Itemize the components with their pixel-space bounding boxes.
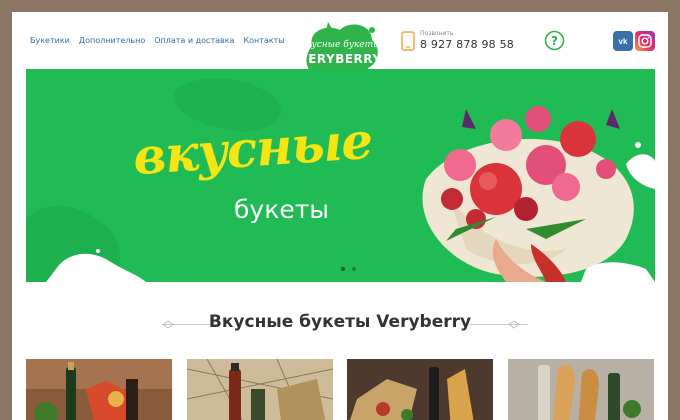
logo-brand: VERYBERRY — [298, 52, 381, 66]
section-title: Вкусные букеты Veryberry — [208, 312, 472, 332]
site-header: Букетики Дополнительно Оплата и доставка… — [12, 12, 668, 94]
nav-item-extras[interactable]: Дополнительно — [79, 36, 145, 45]
phone-label: Позвонить — [420, 30, 454, 37]
product-tile-4[interactable] — [508, 359, 654, 420]
phone-block[interactable]: Позвонить 8 927 878 98 58 — [401, 30, 514, 52]
hero-banner[interactable]: вкусные букеты — [26, 69, 655, 282]
banner-subheadline: букеты — [234, 195, 329, 224]
slider-dot-2[interactable] — [352, 267, 356, 271]
logo-tagline: Вкусные букеты — [299, 39, 381, 50]
product-tile-3[interactable] — [347, 359, 493, 420]
slider-dots — [341, 267, 356, 271]
vk-icon[interactable]: vk — [613, 31, 633, 51]
instagram-icon[interactable] — [635, 31, 655, 51]
main-nav: Букетики Дополнительно Оплата и доставка… — [30, 36, 285, 45]
product-image — [26, 359, 172, 420]
vk-label: vk — [618, 36, 628, 46]
product-image — [508, 359, 654, 420]
product-tile-2[interactable] — [187, 359, 333, 420]
nav-item-bouquets[interactable]: Букетики — [30, 36, 70, 45]
nav-item-contacts[interactable]: Контакты — [243, 36, 284, 45]
page: Букетики Дополнительно Оплата и доставка… — [12, 12, 668, 420]
product-image — [347, 359, 493, 420]
product-image — [187, 359, 333, 420]
help-icon[interactable]: ? — [544, 30, 565, 51]
phone-number[interactable]: 8 927 878 98 58 — [420, 38, 514, 52]
phone-icon — [401, 31, 415, 51]
ornament-diamond-right-icon — [508, 320, 520, 329]
slider-dot-1[interactable] — [341, 267, 345, 271]
product-tile-1[interactable] — [26, 359, 172, 420]
banner-artwork — [26, 78, 655, 282]
nav-item-payment-delivery[interactable]: Оплата и доставка — [154, 36, 234, 45]
svg-text:?: ? — [551, 34, 558, 48]
